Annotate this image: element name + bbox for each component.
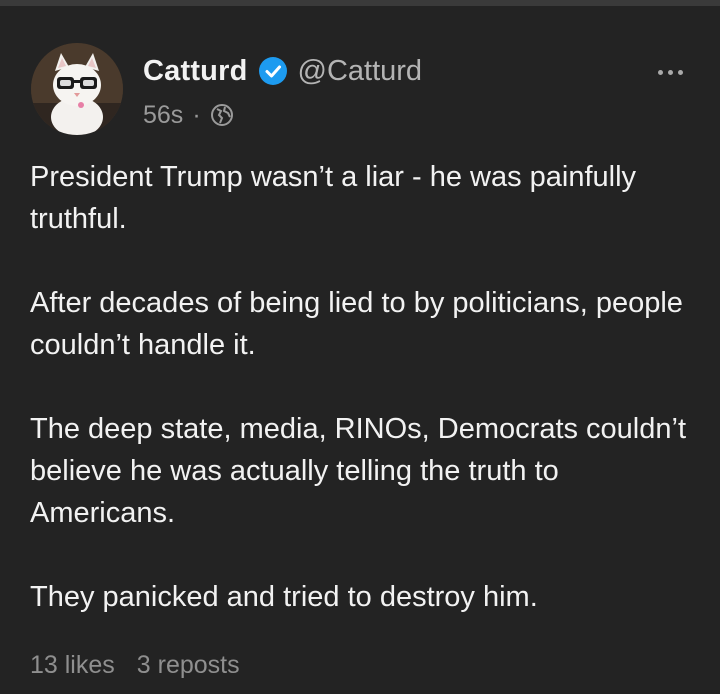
avatar[interactable]: [31, 43, 123, 135]
avatar-cat-image: [31, 43, 123, 135]
more-dot: [657, 69, 663, 75]
more-dot: [677, 69, 683, 75]
author-name[interactable]: Catturd: [143, 55, 248, 88]
globe-icon: [210, 103, 234, 127]
post-stats: 13 likes 3 reposts: [30, 651, 240, 685]
likes-count[interactable]: 13 likes: [30, 651, 115, 685]
more-options-button[interactable]: [652, 62, 688, 82]
post-body: President Trump wasn’t a liar - he was p…: [30, 156, 690, 618]
more-dot: [667, 69, 673, 75]
post-paragraph: The deep state, media, RINOs, Democrats …: [30, 413, 687, 529]
post-meta: 56s ·: [143, 98, 234, 132]
reposts-count[interactable]: 3 reposts: [137, 651, 240, 685]
post-paragraph: They panicked and tried to destroy him.: [30, 581, 538, 613]
post-header: Catturd @Catturd: [143, 51, 422, 91]
verified-badge-icon: [258, 56, 288, 86]
post-card: Catturd @Catturd 56s · President Trump w…: [0, 6, 720, 694]
post-paragraph: After decades of being lied to by politi…: [30, 287, 683, 361]
timestamp[interactable]: 56s: [143, 101, 183, 130]
meta-separator: ·: [192, 100, 201, 129]
post-paragraph: President Trump wasn’t a liar - he was p…: [30, 161, 637, 235]
author-handle[interactable]: @Catturd: [298, 55, 423, 88]
